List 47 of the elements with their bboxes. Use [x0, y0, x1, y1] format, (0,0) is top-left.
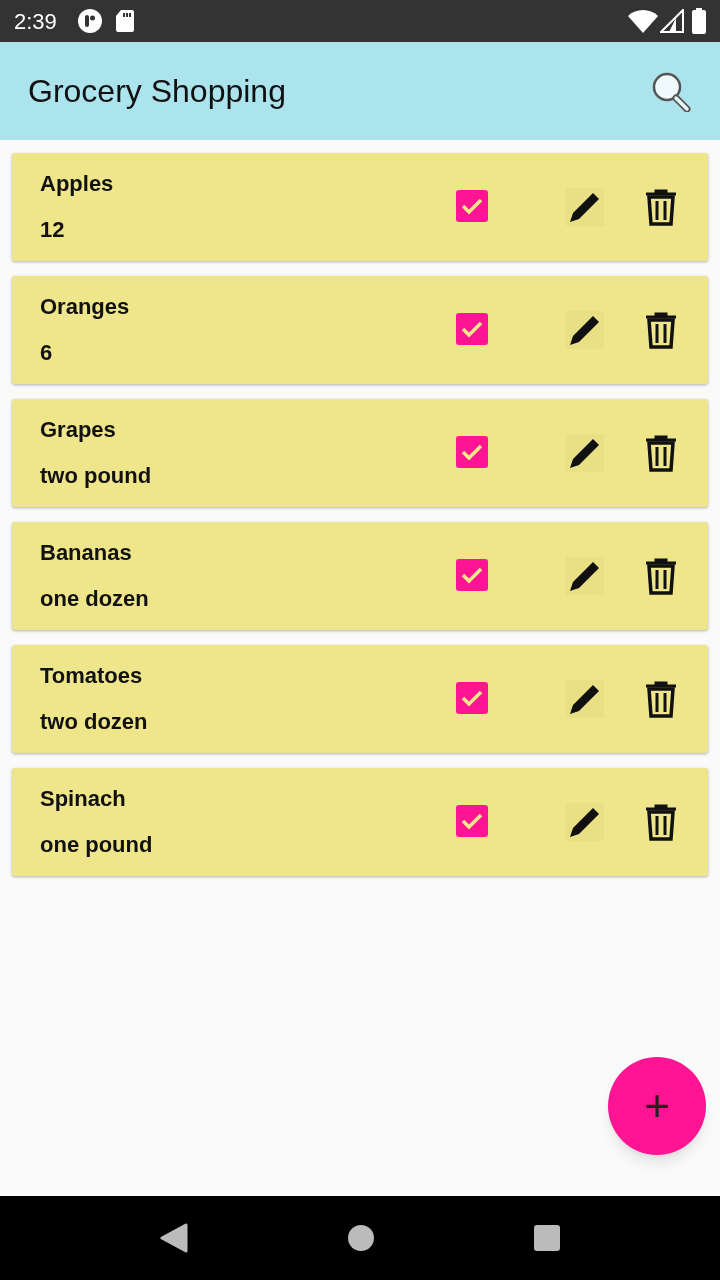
wifi-icon [628, 9, 658, 33]
item-quantity: one dozen [40, 585, 150, 613]
item-quantity: two dozen [40, 708, 149, 736]
search-icon[interactable] [650, 70, 692, 112]
check-icon [461, 689, 483, 707]
checkbox[interactable] [456, 313, 488, 345]
edit-icon[interactable] [566, 188, 604, 226]
item-name: Apples [40, 170, 115, 198]
item-quantity: 6 [40, 339, 54, 367]
delete-icon[interactable] [644, 188, 678, 226]
item-quantity: 12 [40, 216, 66, 244]
checkbox[interactable] [456, 190, 488, 222]
app-notification-icon [76, 8, 103, 34]
checkbox[interactable] [456, 559, 488, 591]
app-title: Grocery Shopping [28, 72, 286, 111]
item-name: Tomatoes [40, 662, 144, 690]
edit-icon[interactable] [566, 311, 604, 349]
signal-icon [660, 9, 684, 33]
check-icon [461, 320, 483, 338]
item-name: Bananas [40, 539, 133, 567]
battery-icon [692, 8, 706, 34]
delete-icon[interactable] [644, 803, 678, 841]
item-quantity: two pound [40, 462, 153, 490]
add-button[interactable]: + [608, 1057, 706, 1155]
item-name: Grapes [40, 416, 117, 444]
item-quantity: one pound [40, 831, 154, 859]
check-icon [461, 812, 483, 830]
item-name: Oranges [40, 293, 131, 321]
check-icon [461, 566, 483, 584]
edit-icon[interactable] [566, 680, 604, 718]
status-time: 2:39 [14, 7, 57, 36]
back-icon[interactable] [160, 1223, 188, 1253]
checkbox[interactable] [456, 682, 488, 714]
checkbox[interactable] [456, 436, 488, 468]
edit-icon[interactable] [566, 434, 604, 472]
check-icon [461, 197, 483, 215]
check-icon [461, 443, 483, 461]
item-name: Spinach [40, 785, 127, 813]
edit-icon[interactable] [566, 557, 604, 595]
home-icon[interactable] [348, 1225, 374, 1251]
delete-icon[interactable] [644, 680, 678, 718]
delete-icon[interactable] [644, 311, 678, 349]
delete-icon[interactable] [644, 557, 678, 595]
delete-icon[interactable] [644, 434, 678, 472]
edit-icon[interactable] [566, 803, 604, 841]
checkbox[interactable] [456, 805, 488, 837]
sd-card-icon [114, 9, 135, 33]
